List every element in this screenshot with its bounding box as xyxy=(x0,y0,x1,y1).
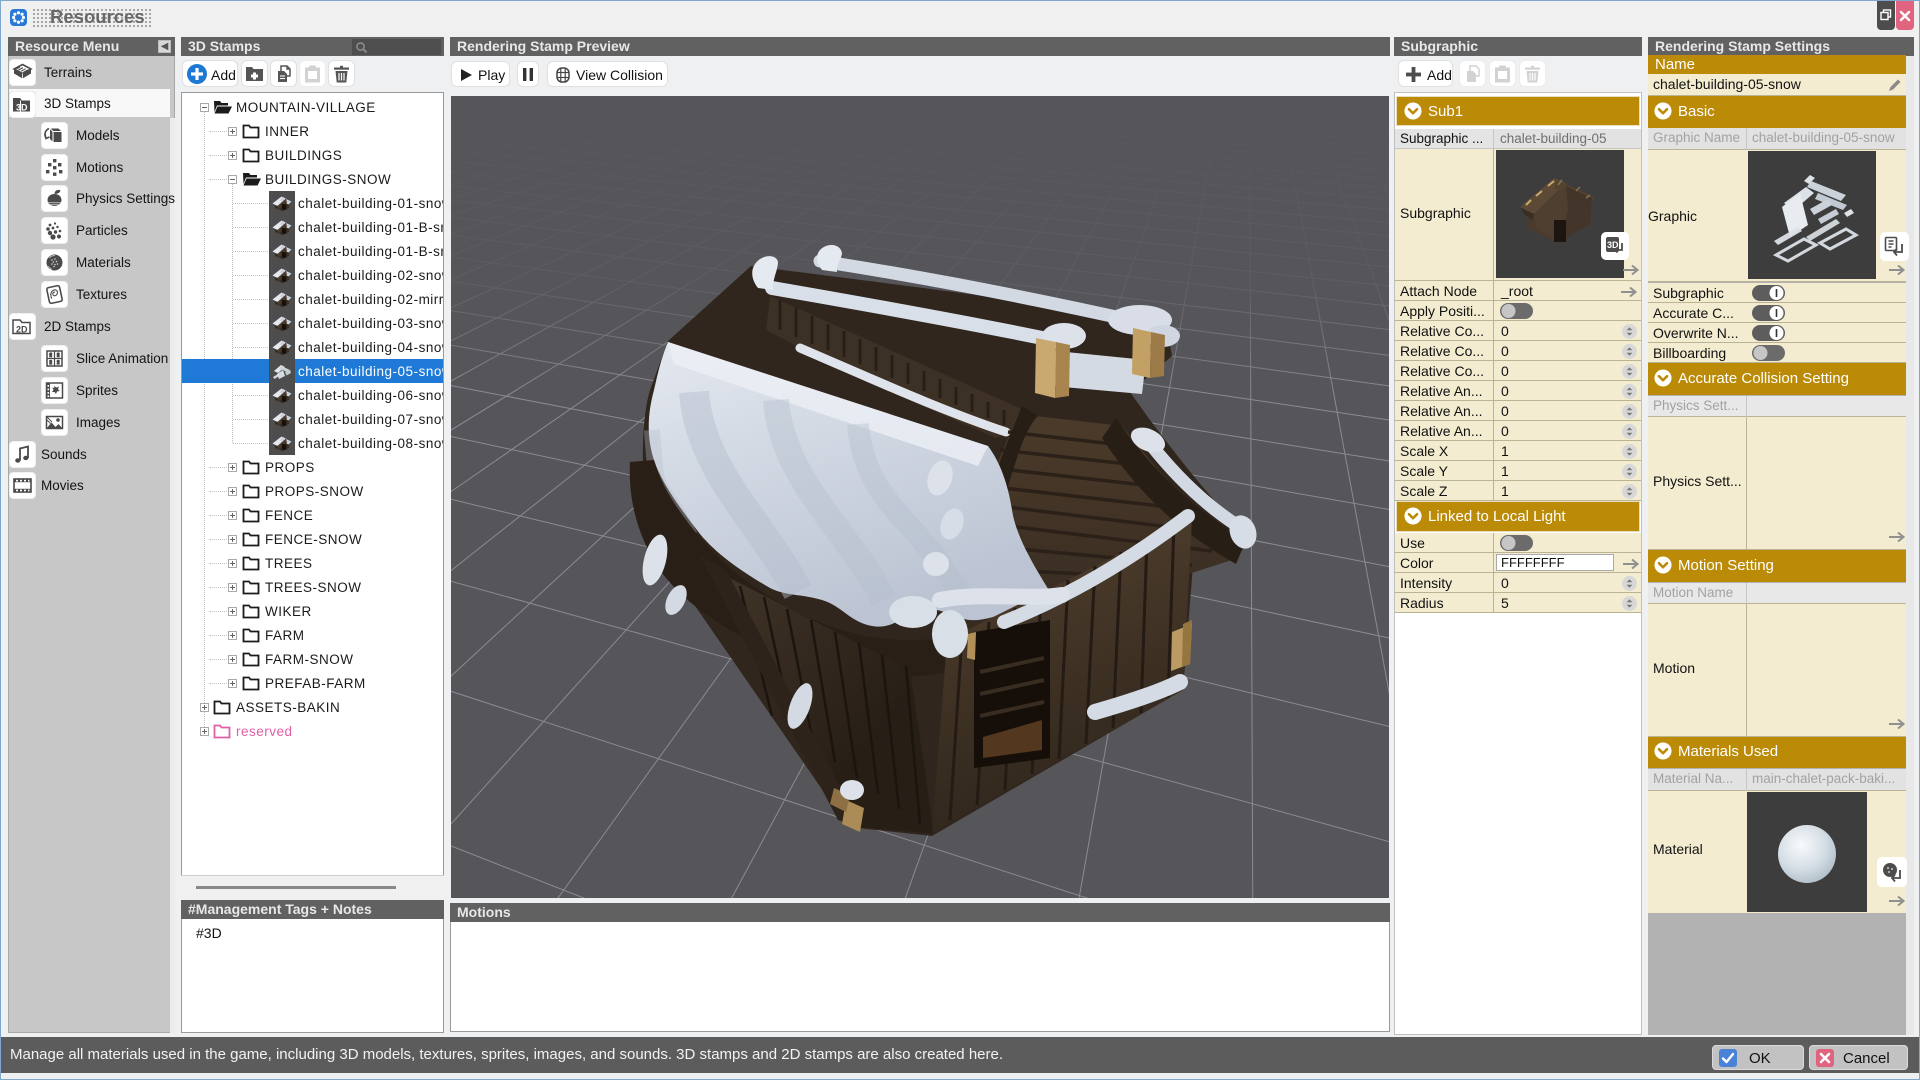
svg-text:2D: 2D xyxy=(16,325,28,335)
svg-text:3D: 3D xyxy=(16,103,28,113)
